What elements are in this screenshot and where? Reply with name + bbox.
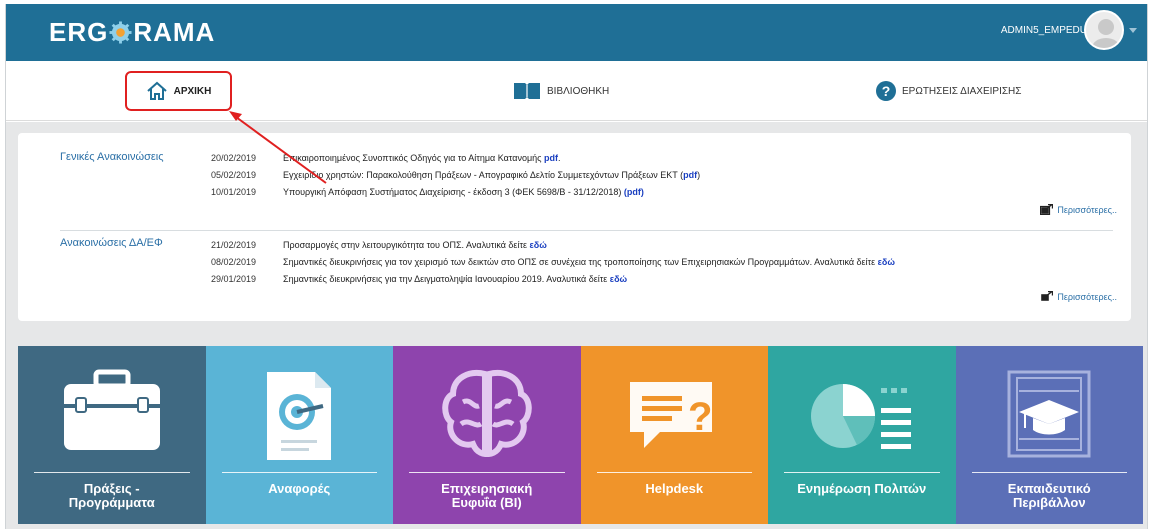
annotation-arrow <box>229 111 327 184</box>
